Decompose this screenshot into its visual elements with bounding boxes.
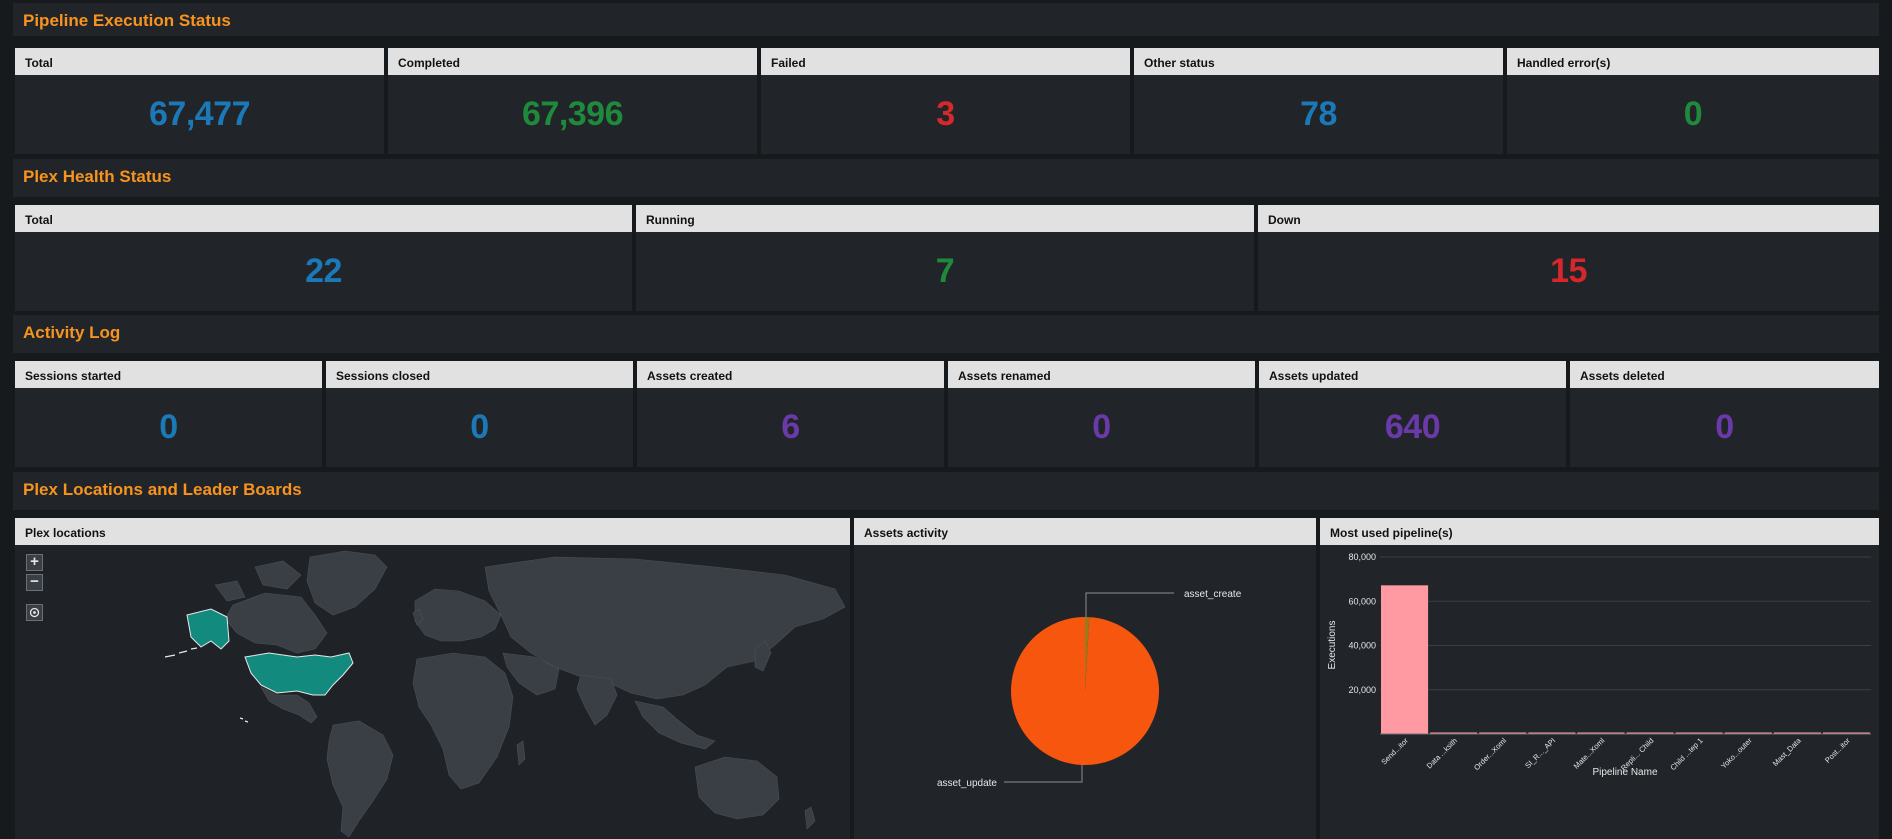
pipelines-bar-chart: 20,000 40,000 60,000 80,000 Send...itor Data … — [1327, 552, 1871, 778]
stat-label: Down — [1258, 205, 1879, 232]
stat-panel: Down 15 — [1258, 205, 1879, 311]
panel-title: Most used pipeline(s) — [1320, 518, 1879, 545]
stat-label: Assets updated — [1259, 361, 1566, 388]
region-africa — [412, 652, 514, 790]
stat-label: Completed — [388, 48, 757, 75]
region-aleutians — [164, 647, 198, 658]
stat-value: 0 — [159, 408, 178, 446]
section-header-activity: Activity Log — [13, 315, 1879, 353]
stat-label: Handled error(s) — [1507, 48, 1879, 75]
region-south-america — [326, 720, 394, 838]
region-nz — [804, 806, 816, 830]
stat-value: 7 — [935, 252, 955, 290]
region-madagascar — [516, 740, 526, 766]
stat-panel: Running 7 — [636, 205, 1254, 311]
stat-value: 0 — [1092, 408, 1111, 446]
stat-panel: Assets renamed 0 — [948, 361, 1255, 467]
stat-value: 22 — [305, 252, 342, 290]
section-title-locations: Plex Locations and Leader Boards — [23, 480, 302, 499]
section-header-pipeline: Pipeline Execution Status — [13, 3, 1879, 36]
stat-panel: Sessions started 0 — [15, 361, 322, 467]
most-used-pipelines-panel: Most used pipeline(s) 20,000 40,000 60,000… — [1320, 518, 1879, 839]
stat-value: 6 — [781, 408, 800, 446]
stat-value: 0 — [470, 408, 489, 446]
x-tick-label: Data ...ksith — [1425, 736, 1459, 770]
region-india — [576, 674, 618, 726]
panel-title: Plex locations — [15, 518, 850, 545]
stat-panel: Completed 67,396 — [388, 48, 757, 154]
stat-label: Total — [15, 48, 384, 75]
stat-panel: Failed 3 — [761, 48, 1130, 154]
x-tick-label: Child ...tep 1 — [1668, 736, 1704, 772]
pie-label: asset_create — [1184, 589, 1242, 600]
world-map[interactable]: + − — [15, 545, 850, 839]
stat-label: Running — [636, 205, 1254, 232]
stat-label: Failed — [761, 48, 1130, 75]
region-usa — [244, 652, 354, 696]
section-title-pipeline: Pipeline Execution Status — [23, 11, 231, 30]
region-canada — [224, 592, 328, 654]
crosshair-icon — [29, 607, 40, 618]
pie-label: asset_update — [937, 778, 997, 789]
region-alaska — [186, 608, 230, 650]
stat-value: 67,396 — [522, 95, 624, 133]
zoom-in-button[interactable]: + — [26, 554, 43, 571]
x-tick-label: Send...itor — [1379, 736, 1410, 767]
stat-label: Sessions started — [15, 361, 322, 388]
region-se-asia — [634, 700, 716, 750]
stat-panel: Total 22 — [15, 205, 632, 311]
x-tick-label: Yoko...outer — [1719, 736, 1754, 771]
stat-panel: Other status 78 — [1134, 48, 1503, 154]
region-europe — [414, 588, 502, 642]
zoom-out-button[interactable]: − — [26, 574, 43, 591]
stat-label: Other status — [1134, 48, 1503, 75]
section-title-health: Plex Health Status — [23, 167, 172, 186]
y-tick-label: 80,000 — [1348, 552, 1376, 562]
section-header-locations: Plex Locations and Leader Boards — [13, 472, 1879, 510]
x-tick-label: Mate...Xoml — [1572, 736, 1607, 771]
pie-leader-line — [1004, 765, 1083, 783]
section-header-health: Plex Health Status — [13, 159, 1879, 197]
stat-value: 15 — [1550, 252, 1587, 290]
stat-value: 0 — [1683, 95, 1703, 133]
stat-value: 67,477 — [149, 95, 251, 133]
stat-label: Assets deleted — [1570, 361, 1879, 388]
stat-value: 78 — [1300, 95, 1337, 133]
bar[interactable] — [1381, 585, 1429, 734]
stat-panel: Handled error(s) 0 — [1507, 48, 1879, 154]
x-tick-label: Order...Xoml — [1472, 736, 1508, 772]
pie-leader-line — [1085, 592, 1174, 617]
stat-value: 0 — [1715, 408, 1734, 446]
stat-value: 640 — [1384, 408, 1441, 446]
x-tick-label: SI_R..._API — [1523, 736, 1557, 770]
region-greenland — [306, 550, 388, 616]
plex-locations-panel: Plex locations + − — [15, 518, 850, 839]
x-axis-title: Pipeline Name — [1592, 767, 1657, 778]
stat-panel: Assets updated 640 — [1259, 361, 1566, 467]
world-map-svg — [164, 550, 846, 838]
stat-label: Sessions closed — [326, 361, 633, 388]
assets-activity-panel: Assets activity asset_update asset_create — [854, 518, 1316, 839]
panel-title: Assets activity — [854, 518, 1316, 545]
region-australia — [694, 756, 780, 820]
stat-panel: Assets deleted 0 — [1570, 361, 1879, 467]
region-hawaii — [239, 717, 249, 723]
stat-panel: Total 67,477 — [15, 48, 384, 154]
stat-panel: Sessions closed 0 — [326, 361, 633, 467]
y-axis-title: Executions — [1327, 621, 1338, 670]
locate-button[interactable] — [26, 604, 43, 621]
stat-label: Assets created — [637, 361, 944, 388]
stat-label: Total — [15, 205, 632, 232]
stat-value: 3 — [936, 95, 955, 133]
stat-panel: Assets created 6 — [637, 361, 944, 467]
assets-pie-chart: asset_update asset_create — [937, 589, 1242, 789]
x-tick-label: Post...itor — [1823, 736, 1852, 765]
y-tick-label: 40,000 — [1348, 641, 1376, 651]
y-tick-label: 20,000 — [1348, 685, 1376, 695]
section-title-activity: Activity Log — [23, 323, 121, 342]
x-tick-label: Mast_Data — [1771, 735, 1804, 768]
y-tick-label: 60,000 — [1348, 596, 1376, 606]
stat-label: Assets renamed — [948, 361, 1255, 388]
region-canada-islands — [214, 560, 302, 602]
